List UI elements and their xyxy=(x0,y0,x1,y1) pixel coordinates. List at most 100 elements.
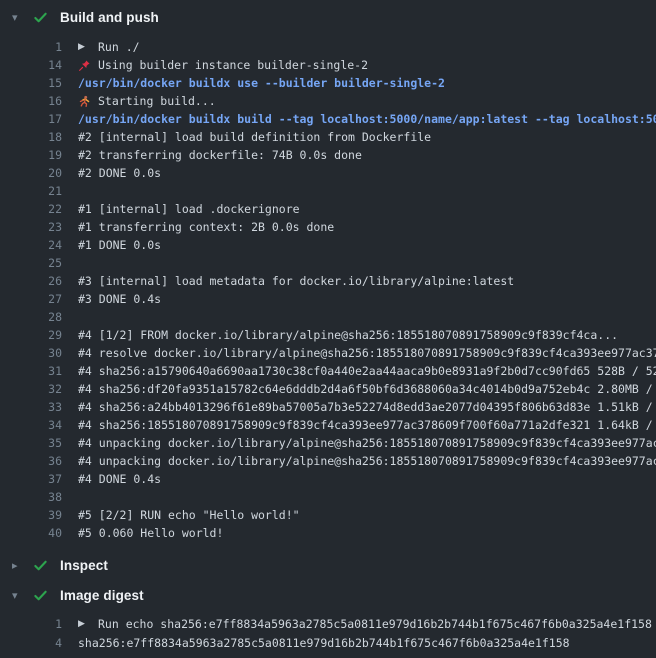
section-header-image-digest[interactable]: ▾ Image digest xyxy=(0,580,656,610)
log-line-text: #4 resolve docker.io/library/alpine@sha2… xyxy=(78,346,656,360)
log-line: 16 Starting build... xyxy=(0,92,656,110)
line-number-link[interactable]: 33 xyxy=(0,400,62,414)
line-number-link[interactable]: 18 xyxy=(0,130,62,144)
check-icon xyxy=(32,9,48,25)
log-line: 22 #1 [internal] load .dockerignore xyxy=(0,200,656,218)
play-icon: ▶ xyxy=(78,619,94,629)
log-line-text: #4 [1/2] FROM docker.io/library/alpine@s… xyxy=(78,328,618,342)
log-line-text: #1 transferring context: 2B 0.0s done xyxy=(78,220,334,234)
log-line-text: #1 DONE 0.0s xyxy=(78,238,161,252)
line-number-link[interactable]: 16 xyxy=(0,94,62,108)
log-line-text: #4 sha256:a15790640a6690aa1730c38cf0a440… xyxy=(78,364,656,378)
log-line-text: #4 unpacking docker.io/library/alpine@sh… xyxy=(78,436,656,450)
log-line: 18 #2 [internal] load build definition fr… xyxy=(0,128,656,146)
log-line: 33 #4 sha256:a24bb4013296f61e89ba57005a7b… xyxy=(0,398,656,416)
chevron-right-icon[interactable]: ▸ xyxy=(12,560,32,571)
section-title: Image digest xyxy=(60,588,144,603)
line-number-link[interactable]: 14 xyxy=(0,58,62,72)
log-line-text: #2 DONE 0.0s xyxy=(78,166,161,180)
log-line-text: #3 [internal] load metadata for docker.i… xyxy=(78,274,514,288)
log-line-text: #2 transferring dockerfile: 74B 0.0s don… xyxy=(78,148,362,162)
line-number-link[interactable]: 39 xyxy=(0,508,62,522)
log-line: 24 #1 DONE 0.0s xyxy=(0,236,656,254)
pushpin-icon xyxy=(78,59,94,72)
log-line-text: #4 sha256:df20fa9351a15782c64e6dddb2d4a6… xyxy=(78,382,656,396)
section-title: Inspect xyxy=(60,558,108,573)
line-number-link[interactable]: 32 xyxy=(0,382,62,396)
log-line-text: #4 sha256:a24bb4013296f61e89ba57005a7b3e… xyxy=(78,400,656,414)
workflow-log-viewer: ▾Build and push1▶Run ./14Using builder i… xyxy=(0,0,656,658)
log-line: 1 ▶ Run echo sha256:e7ff8834a5963a2785c5a0… xyxy=(0,614,656,633)
log-line: 28 xyxy=(0,308,656,326)
log-line-text: /usr/bin/docker buildx use --builder bui… xyxy=(78,76,445,90)
log-line: 25 xyxy=(0,254,656,272)
log-line-text: Using builder instance builder-single-2 xyxy=(98,58,368,72)
line-number-link[interactable]: 19 xyxy=(0,148,62,162)
log-line-text: Run echo sha256:e7ff8834a5963a2785c5a081… xyxy=(98,617,652,631)
line-number-link[interactable]: 34 xyxy=(0,418,62,432)
log-line: 17/usr/bin/docker buildx build --tag loc… xyxy=(0,110,656,128)
line-number-link[interactable]: 35 xyxy=(0,436,62,450)
line-number-link[interactable]: 25 xyxy=(0,256,62,270)
line-number-link[interactable]: 27 xyxy=(0,292,62,306)
line-number-link[interactable]: 29 xyxy=(0,328,62,342)
log-block-build-and-push: 1 ▶ Run ./ 14 Using builder instance builder… xyxy=(0,32,656,550)
log-line-text: #2 [internal] load build definition from… xyxy=(78,130,431,144)
log-line: 27 #3 DONE 0.4s xyxy=(0,290,656,308)
play-icon: ▶ xyxy=(78,42,94,52)
log-line: 15/usr/bin/docker buildx use --builder b… xyxy=(0,74,656,92)
log-line: 23 #1 transferring context: 2B 0.0s done xyxy=(0,218,656,236)
log-line: 38 xyxy=(0,488,656,506)
line-number-link[interactable]: 1 xyxy=(0,40,62,54)
log-line-text: #1 [internal] load .dockerignore xyxy=(78,202,300,216)
line-number-link[interactable]: 36 xyxy=(0,454,62,468)
log-line: 19 #2 transferring dockerfile: 74B 0.0s d… xyxy=(0,146,656,164)
line-number-link[interactable]: 37 xyxy=(0,472,62,486)
log-line-text: #4 DONE 0.4s xyxy=(78,472,161,486)
line-number-link[interactable]: 26 xyxy=(0,274,62,288)
log-line: 29 #4 [1/2] FROM docker.io/library/alpine… xyxy=(0,326,656,344)
chevron-down-icon[interactable]: ▾ xyxy=(12,590,32,601)
log-line: 37 #4 DONE 0.4s xyxy=(0,470,656,488)
log-line-text: sha256:e7ff8834a5963a2785c5a0811e979d16b… xyxy=(78,636,570,650)
log-line: 4 sha256:e7ff8834a5963a2785c5a0811e979d16… xyxy=(0,633,656,652)
log-line: 35 #4 unpacking docker.io/library/alpine@… xyxy=(0,434,656,452)
log-line: 32 #4 sha256:df20fa9351a15782c64e6dddb2d4… xyxy=(0,380,656,398)
line-number-link[interactable]: 28 xyxy=(0,310,62,324)
check-icon xyxy=(32,587,48,603)
log-line-text: #4 unpacking docker.io/library/alpine@sh… xyxy=(78,454,656,468)
line-number-link[interactable]: 31 xyxy=(0,364,62,378)
log-line: 14 Using builder instance builder-single-… xyxy=(0,56,656,74)
log-line-text: #5 [2/2] RUN echo "Hello world!" xyxy=(78,508,300,522)
line-number-link[interactable]: 17 xyxy=(0,112,62,126)
line-number-link[interactable]: 23 xyxy=(0,220,62,234)
runner-icon xyxy=(78,95,94,108)
log-line-text: #5 0.060 Hello world! xyxy=(78,526,223,540)
log-line: 30 #4 resolve docker.io/library/alpine@sh… xyxy=(0,344,656,362)
log-line: 40 #5 0.060 Hello world! xyxy=(0,524,656,542)
line-number-link[interactable]: 40 xyxy=(0,526,62,540)
line-number-link[interactable]: 15 xyxy=(0,76,62,90)
section-header-build-and-push[interactable]: ▾ Build and push xyxy=(0,2,656,32)
chevron-down-icon[interactable]: ▾ xyxy=(12,12,32,23)
line-number-link[interactable]: 4 xyxy=(0,636,62,650)
log-line-text: #3 DONE 0.4s xyxy=(78,292,161,306)
line-number-link[interactable]: 30 xyxy=(0,346,62,360)
log-block-image-digest: 1 ▶ Run echo sha256:e7ff8834a5963a2785c5a0… xyxy=(0,610,656,652)
line-number-link[interactable]: 1 xyxy=(0,617,62,631)
log-line: 26 #3 [internal] load metadata for docker… xyxy=(0,272,656,290)
line-number-link[interactable]: 38 xyxy=(0,490,62,504)
line-number-link[interactable]: 22 xyxy=(0,202,62,216)
line-number-link[interactable]: 20 xyxy=(0,166,62,180)
log-line-text: Run ./ xyxy=(98,40,140,54)
log-line-text: Starting build... xyxy=(98,94,216,108)
line-number-link[interactable]: 24 xyxy=(0,238,62,252)
section-title: Build and push xyxy=(60,10,159,25)
check-icon xyxy=(32,557,48,573)
log-line: 20 #2 DONE 0.0s xyxy=(0,164,656,182)
section-header-inspect[interactable]: ▸ Inspect xyxy=(0,550,656,580)
log-line: 39 #5 [2/2] RUN echo "Hello world!" xyxy=(0,506,656,524)
log-line: 21 xyxy=(0,182,656,200)
log-line: 36 #4 unpacking docker.io/library/alpine@… xyxy=(0,452,656,470)
line-number-link[interactable]: 21 xyxy=(0,184,62,198)
